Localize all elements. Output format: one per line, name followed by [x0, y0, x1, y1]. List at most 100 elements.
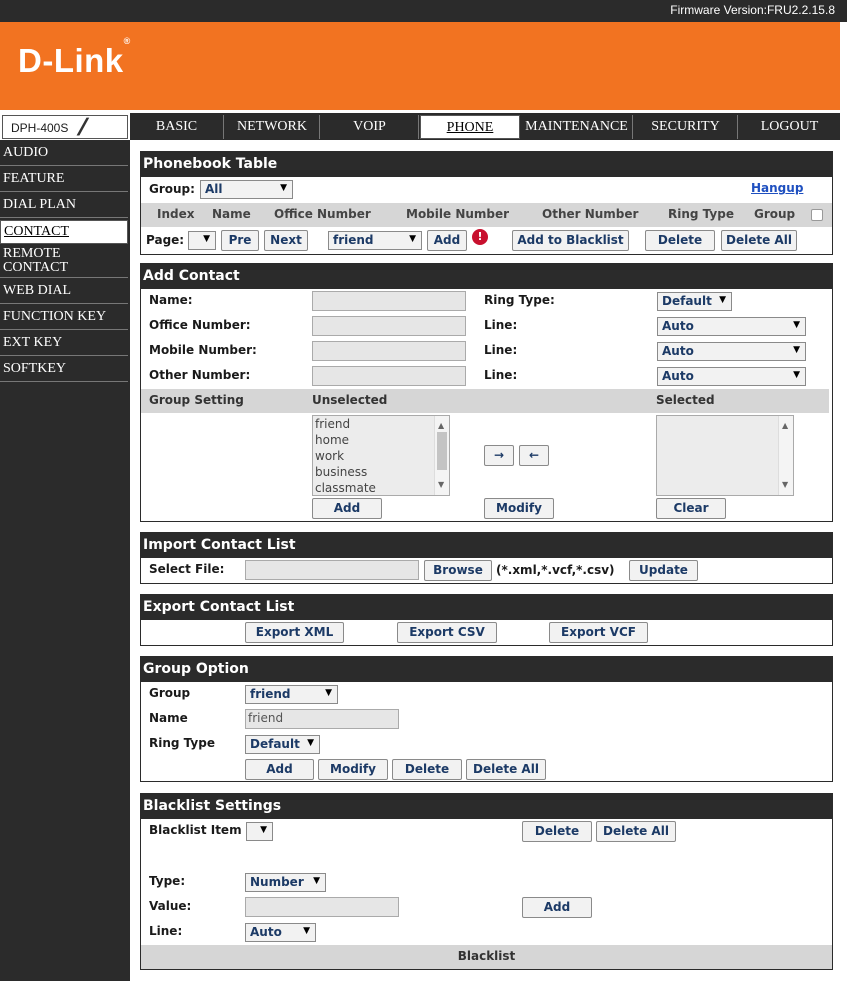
sidebar-item-feature[interactable]: FEATURE [0, 170, 128, 192]
sidebar-item-function-key[interactable]: FUNCTION KEY [0, 308, 128, 330]
tab-basic[interactable]: BASIC [130, 115, 224, 139]
group-assign-select[interactable]: friend ▼ [328, 231, 422, 250]
tab-security[interactable]: SECURITY [634, 115, 738, 139]
tab-logout[interactable]: LOGOUT [739, 115, 840, 139]
export-csv-button[interactable]: Export CSV [397, 622, 497, 643]
next-button[interactable]: Next [264, 230, 308, 251]
tab-phone[interactable]: PHONE [420, 115, 520, 139]
clear-button[interactable]: Clear [656, 498, 726, 519]
col-ring-type: Ring Type [668, 207, 734, 221]
sidebar-item-ext-key[interactable]: EXT KEY [0, 334, 128, 356]
group-name-input[interactable]: friend [245, 709, 399, 729]
list-item[interactable]: home [315, 432, 449, 448]
other-number-input[interactable] [312, 366, 466, 386]
sidebar-item-audio[interactable]: AUDIO [0, 144, 128, 166]
group-modify-button[interactable]: Modify [318, 759, 388, 780]
blacklist-type-value: Number [250, 875, 304, 889]
add-to-group-button[interactable]: Add [427, 230, 467, 251]
sidebar-item-remote-contact[interactable]: REMOTE CONTACT [0, 247, 90, 278]
chevron-down-icon: ▼ [203, 234, 210, 244]
mobile-line-select[interactable]: Auto ▼ [657, 342, 806, 361]
tab-network[interactable]: NETWORK [225, 115, 320, 139]
chevron-down-icon: ▼ [325, 688, 332, 698]
blacklist-line-select[interactable]: Auto ▼ [245, 923, 316, 942]
scroll-down-icon[interactable]: ▼ [438, 477, 444, 493]
col-other-number: Other Number [542, 207, 639, 221]
group-ring-type-select[interactable]: Default ▼ [245, 735, 320, 754]
sidebar-item-softkey[interactable]: SOFTKEY [0, 360, 128, 382]
page-select[interactable]: ▼ [188, 231, 216, 250]
import-panel: Import Contact List Select File: Browse … [140, 532, 833, 584]
blacklist-delete-all-button[interactable]: Delete All [596, 821, 676, 842]
office-number-input[interactable] [312, 316, 466, 336]
col-group: Group [754, 207, 796, 221]
blacklist-delete-button[interactable]: Delete [522, 821, 592, 842]
name-input[interactable] [312, 291, 466, 311]
mobile-line-label: Line: [484, 343, 518, 357]
tab-maintenance[interactable]: MAINTENANCE [521, 115, 633, 139]
phonebook-panel: Phonebook Table Group: All ▼ Hangup Index… [140, 151, 833, 255]
group-option-panel: Group Option Group friend ▼ Name friend R… [140, 656, 833, 782]
group-filter-select[interactable]: All ▼ [200, 180, 293, 199]
blacklist-add-button[interactable]: Add [522, 897, 592, 918]
mobile-number-input[interactable] [312, 341, 466, 361]
unselected-groups-list[interactable]: friend home work business classmate ▲ ▼ [312, 415, 450, 496]
blacklist-type-select[interactable]: Number ▼ [245, 873, 326, 892]
blacklist-value-input[interactable] [245, 897, 399, 917]
chevron-down-icon: ▼ [719, 295, 726, 305]
scroll-thumb[interactable] [437, 432, 447, 470]
sidebar-item-web-dial[interactable]: WEB DIAL [0, 282, 128, 304]
scroll-up-icon[interactable]: ▲ [782, 418, 788, 434]
group-add-button[interactable]: Add [245, 759, 314, 780]
tab-voip[interactable]: VOIP [321, 115, 419, 139]
add-contact-panel: Add Contact Name: Ring Type: Default ▼ Of… [140, 263, 833, 522]
office-line-label: Line: [484, 318, 518, 332]
ring-type-select[interactable]: Default ▼ [657, 292, 732, 311]
chevron-down-icon: ▼ [409, 234, 416, 244]
list-item[interactable]: business [315, 464, 449, 480]
modify-contact-button[interactable]: Modify [484, 498, 554, 519]
blacklist-item-label: Blacklist Item [149, 823, 242, 837]
move-right-button[interactable]: → [484, 445, 514, 466]
sidebar-item-contact[interactable]: CONTACT [0, 220, 128, 244]
exclamation-circle-icon[interactable]: ! [472, 229, 488, 245]
group-ring-type-label: Ring Type [149, 736, 215, 750]
mobile-number-label: Mobile Number: [149, 343, 257, 357]
group-option-select[interactable]: friend ▼ [245, 685, 338, 704]
selected-groups-list[interactable]: ▲ ▼ [656, 415, 794, 496]
browse-button[interactable]: Browse [424, 560, 492, 581]
group-delete-all-button[interactable]: Delete All [466, 759, 546, 780]
blacklist-title: Blacklist Settings [141, 794, 832, 819]
office-line-select[interactable]: Auto ▼ [657, 317, 806, 336]
add-contact-button[interactable]: Add [312, 498, 382, 519]
update-button[interactable]: Update [629, 560, 698, 581]
hangup-link[interactable]: Hangup [751, 181, 803, 195]
group-assign-value: friend [333, 233, 374, 247]
scroll-down-icon[interactable]: ▼ [782, 477, 788, 493]
file-path-input[interactable] [245, 560, 419, 580]
group-delete-button[interactable]: Delete [392, 759, 462, 780]
list-item[interactable]: work [315, 448, 449, 464]
select-all-checkbox[interactable] [811, 209, 823, 221]
add-to-blacklist-button[interactable]: Add to Blacklist [512, 230, 629, 251]
list-scrollbar[interactable]: ▲ ▼ [778, 416, 793, 495]
list-item[interactable]: friend [315, 416, 449, 432]
export-vcf-button[interactable]: Export VCF [549, 622, 648, 643]
col-office-number: Office Number [274, 207, 371, 221]
sidebar-item-dial-plan[interactable]: DIAL PLAN [0, 196, 128, 218]
chevron-down-icon: ▼ [793, 345, 800, 355]
col-name: Name [212, 207, 251, 221]
ring-type-label: Ring Type: [484, 293, 555, 307]
pre-button[interactable]: Pre [221, 230, 259, 251]
other-line-select[interactable]: Auto ▼ [657, 367, 806, 386]
export-xml-button[interactable]: Export XML [245, 622, 344, 643]
other-number-label: Other Number: [149, 368, 251, 382]
delete-button[interactable]: Delete [645, 230, 715, 251]
move-left-button[interactable]: ← [519, 445, 549, 466]
delete-all-button[interactable]: Delete All [721, 230, 797, 251]
list-item[interactable]: classmate [315, 480, 449, 496]
list-scrollbar[interactable]: ▲ ▼ [434, 416, 449, 495]
group-ring-type-value: Default [250, 737, 300, 751]
office-line-value: Auto [662, 319, 694, 333]
blacklist-item-select[interactable]: ▼ [246, 822, 273, 841]
